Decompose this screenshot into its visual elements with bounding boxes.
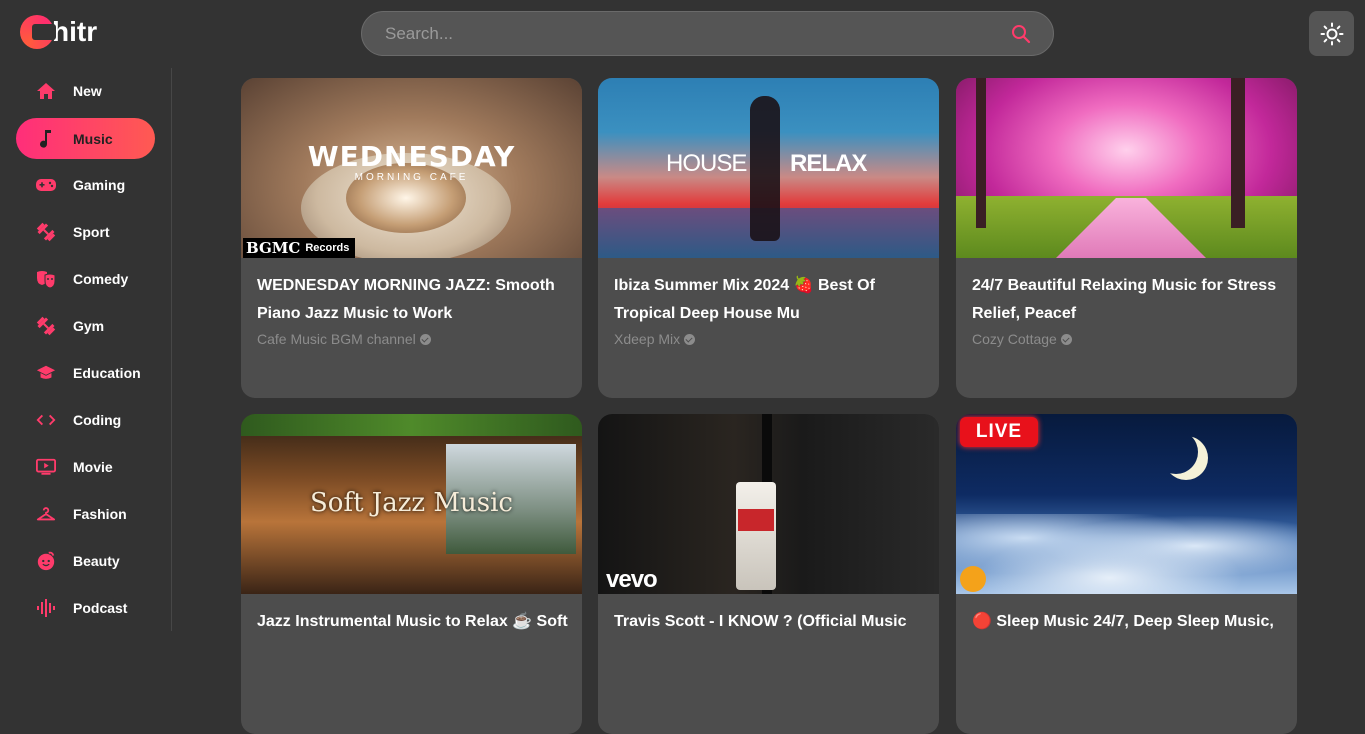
code-icon <box>36 410 56 430</box>
music-note-icon <box>36 129 56 149</box>
dumbbell-icon <box>36 222 56 242</box>
sidebar-item-label: Beauty <box>73 552 120 569</box>
video-card[interactable]: 24/7 Beautiful Relaxing Music for Stress… <box>956 78 1297 398</box>
sidebar-item-coding[interactable]: Coding <box>16 399 155 440</box>
search-bar <box>361 11 1054 56</box>
video-thumbnail[interactable]: vevo <box>598 414 939 594</box>
video-thumbnail[interactable] <box>956 78 1297 258</box>
sidebar-item-education[interactable]: Education <box>16 352 155 393</box>
search-icon[interactable] <box>1011 24 1031 44</box>
home-icon <box>36 81 56 101</box>
plants-graphic <box>241 414 582 436</box>
sidebar-item-gym[interactable]: Gym <box>16 305 155 346</box>
sidebar-item-sport[interactable]: Sport <box>16 211 155 252</box>
watermark-label: Records <box>305 242 350 254</box>
thumbnail-title-text: Soft Jazz Music <box>310 488 513 518</box>
thumbnail-title-text: WEDNESDAY <box>307 140 516 173</box>
sidebar-item-label: Podcast <box>73 599 128 616</box>
face-icon <box>36 551 56 571</box>
video-title[interactable]: WEDNESDAY MORNING JAZZ: Smooth Piano Jaz… <box>257 272 572 328</box>
thumbnail-text-right: RELAX <box>790 150 867 177</box>
search-input[interactable] <box>362 23 1002 44</box>
sidebar-item-music[interactable]: Music <box>16 118 155 159</box>
graduation-cap-icon <box>36 363 56 383</box>
dumbbell-icon <box>36 316 56 336</box>
thumbnail-text-left: HOUSE <box>666 150 747 177</box>
cup-graphic <box>736 482 776 590</box>
channel-watermark: BGMC Records <box>243 238 356 258</box>
theme-toggle-button[interactable] <box>1309 11 1354 56</box>
sidebar-item-gaming[interactable]: Gaming <box>16 164 155 205</box>
sidebar-item-new[interactable]: New <box>16 70 155 111</box>
sidebar-item-comedy[interactable]: Comedy <box>16 258 155 299</box>
gamepad-icon <box>36 175 56 195</box>
sidebar-item-label: Coding <box>73 411 122 428</box>
logo-text: hitr <box>52 16 98 47</box>
sidebar-item-podcast[interactable]: Podcast <box>16 587 155 628</box>
video-thumbnail[interactable]: WEDNESDAY MORNING CAFE BGMC Records <box>241 78 582 258</box>
video-card[interactable]: WEDNESDAY MORNING CAFE BGMC Records WEDN… <box>241 78 582 398</box>
tree-trunk-graphic <box>976 78 986 228</box>
live-badge: LIVE <box>960 417 1038 447</box>
channel-logo-icon <box>960 566 986 592</box>
verified-icon <box>684 333 696 345</box>
video-card[interactable]: vevo Travis Scott - I KNOW ? (Official M… <box>598 414 939 734</box>
sidebar-item-beauty[interactable]: Beauty <box>16 540 155 581</box>
video-card[interactable]: LIVE 🔴 Sleep Music 24/7, Deep Sleep Musi… <box>956 414 1297 734</box>
channel-name[interactable]: Cozy Cottage <box>972 331 1072 347</box>
vevo-logo: vevo <box>606 566 658 593</box>
video-thumbnail[interactable]: LIVE <box>956 414 1297 594</box>
top-header: hitr <box>0 0 1365 68</box>
theater-masks-icon <box>36 269 56 289</box>
sidebar-item-label: Fashion <box>73 505 127 522</box>
logo-c-mark <box>20 15 56 49</box>
channel-name-text: Xdeep Mix <box>614 331 681 347</box>
channel-name[interactable]: Xdeep Mix <box>614 331 696 347</box>
audio-waveform-icon <box>36 598 56 618</box>
moon-icon <box>1154 430 1198 474</box>
sidebar-item-label: Comedy <box>73 270 129 287</box>
video-card[interactable]: Soft Jazz Music Jazz Instrumental Music … <box>241 414 582 734</box>
video-thumbnail[interactable]: Soft Jazz Music <box>241 414 582 594</box>
channel-name-text: Cozy Cottage <box>972 331 1057 347</box>
sidebar-item-fashion[interactable]: Fashion <box>16 493 155 534</box>
sidebar-item-movie[interactable]: Movie <box>16 446 155 487</box>
video-title[interactable]: Ibiza Summer Mix 2024 🍓 Best Of Tropical… <box>614 272 929 328</box>
thumbnail-subtitle-text: MORNING CAFE <box>354 172 469 183</box>
hanger-icon <box>36 504 56 524</box>
watermark-logo: BGMC <box>246 239 301 257</box>
sidebar: New Music Gaming Sport Comedy Gym Educat… <box>0 68 172 631</box>
clouds-graphic <box>956 514 1297 594</box>
sun-icon <box>1320 22 1343 45</box>
tv-play-icon <box>36 457 56 477</box>
verified-icon <box>1060 333 1072 345</box>
sidebar-item-label: Gaming <box>73 176 126 193</box>
sidebar-item-label: Sport <box>73 223 110 240</box>
verified-icon <box>419 333 431 345</box>
cup-label-graphic <box>738 509 774 531</box>
tree-trunk-graphic <box>1231 78 1245 228</box>
sidebar-item-label: Music <box>73 130 113 147</box>
app-logo[interactable]: hitr <box>20 12 97 52</box>
video-title[interactable]: 24/7 Beautiful Relaxing Music for Stress… <box>972 272 1287 328</box>
sidebar-item-label: Gym <box>73 317 105 334</box>
sidebar-item-label: New <box>73 82 102 99</box>
video-thumbnail[interactable]: HOUSE RELAX <box>598 78 939 258</box>
channel-name-text: Cafe Music BGM channel <box>257 331 416 347</box>
live-badge-text: LIVE <box>975 421 1023 442</box>
video-title[interactable]: 🔴 Sleep Music 24/7, Deep Sleep Music, <box>972 608 1287 636</box>
sidebar-item-label: Movie <box>73 458 113 475</box>
video-card[interactable]: HOUSE RELAX Ibiza Summer Mix 2024 🍓 Best… <box>598 78 939 398</box>
channel-name[interactable]: Cafe Music BGM channel <box>257 331 431 347</box>
sidebar-item-label: Education <box>73 364 141 381</box>
video-title[interactable]: Jazz Instrumental Music to Relax ☕ Soft <box>257 608 572 636</box>
video-title[interactable]: Travis Scott - I KNOW ? (Official Music <box>614 608 929 636</box>
silhouette-graphic <box>750 96 780 241</box>
